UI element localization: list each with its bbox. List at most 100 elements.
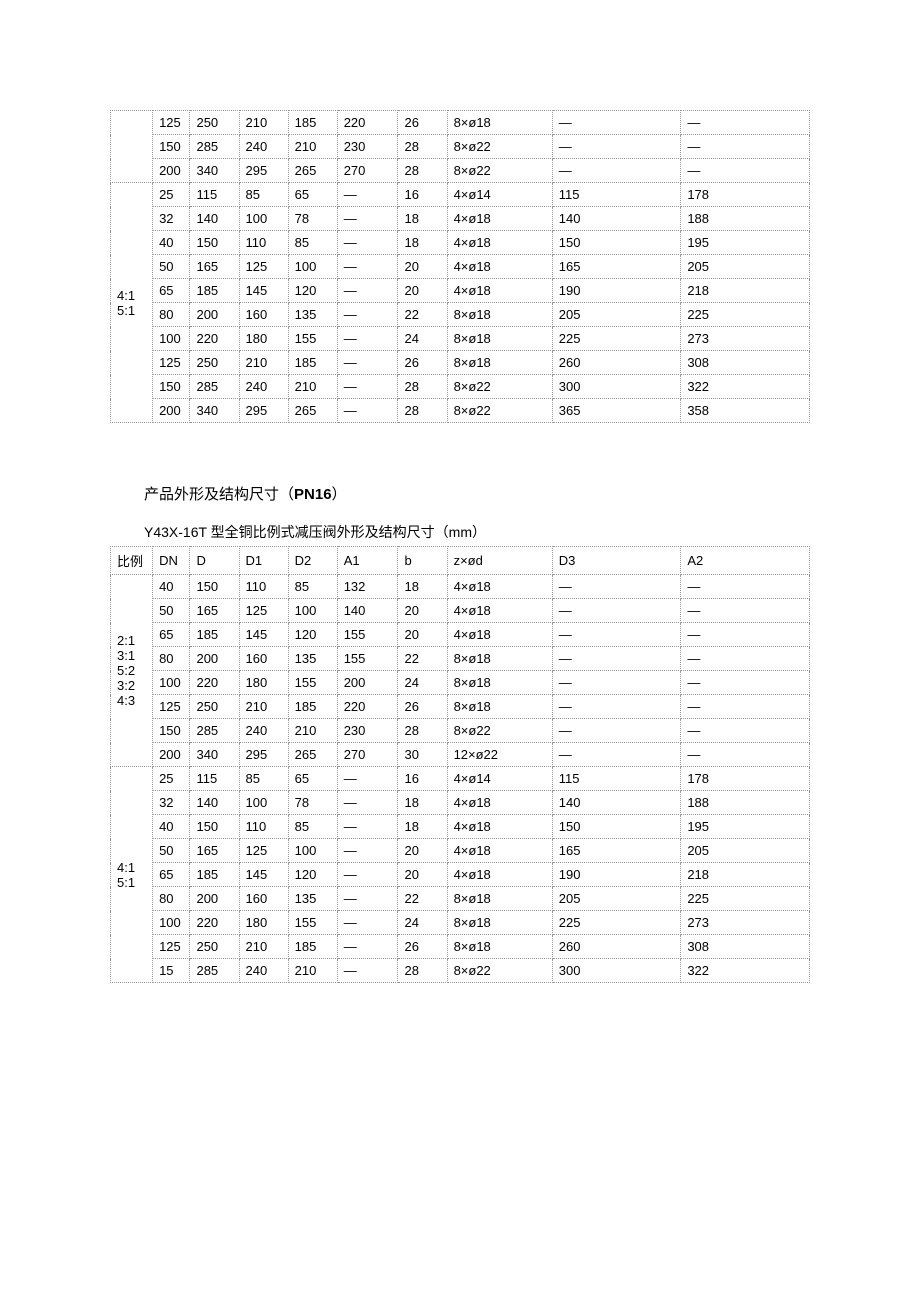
table-row: 2:13:15:23:24:34015011085132184×ø18——: [111, 575, 810, 599]
table-row: 2003402952652703012×ø22——: [111, 743, 810, 767]
table-cell: —: [681, 111, 810, 135]
table-cell: 210: [288, 719, 337, 743]
table-cell: 220: [190, 327, 239, 351]
table-cell: 185: [190, 279, 239, 303]
table-cell: 180: [239, 327, 288, 351]
table-row: 4015011085—184×ø18150195: [111, 815, 810, 839]
table-cell: 165: [190, 599, 239, 623]
table-row: 80200160135155228×ø18——: [111, 647, 810, 671]
table-row: 50165125100—204×ø18165205: [111, 839, 810, 863]
table-cell: 180: [239, 911, 288, 935]
table-cell: 65: [153, 863, 190, 887]
table-row: 4:15:1251158565—164×ø14115178: [111, 183, 810, 207]
table-row: 125250210185—268×ø18260308: [111, 351, 810, 375]
table-cell: 80: [153, 887, 190, 911]
table-cell: 195: [681, 815, 810, 839]
table-header-cell: A1: [337, 547, 398, 575]
table-cell: 240: [239, 959, 288, 983]
table-cell: 85: [288, 815, 337, 839]
table-cell: 135: [288, 647, 337, 671]
table-cell: 150: [153, 135, 190, 159]
table-cell: 100: [153, 327, 190, 351]
table-cell: 8×ø18: [447, 935, 552, 959]
table-cell: 190: [552, 863, 681, 887]
table-cell: 125: [239, 255, 288, 279]
table-cell: 40: [153, 231, 190, 255]
table-cell: 4×ø18: [447, 279, 552, 303]
table-cell: 150: [190, 815, 239, 839]
table-cell: —: [552, 695, 681, 719]
table-cell: 110: [239, 231, 288, 255]
table-cell: —: [337, 375, 398, 399]
table-cell: 4×ø18: [447, 255, 552, 279]
table-cell: 65: [153, 623, 190, 647]
table-cell: 260: [552, 351, 681, 375]
table-cell: 210: [288, 135, 337, 159]
table-cell: 100: [153, 911, 190, 935]
table-cell: 200: [153, 399, 190, 423]
table-cell: —: [337, 839, 398, 863]
table-cell: 165: [190, 255, 239, 279]
table-cell: 185: [288, 351, 337, 375]
table-cell: 115: [552, 183, 681, 207]
table-cell: 210: [239, 111, 288, 135]
table-cell: 8×ø22: [447, 399, 552, 423]
table-cell: —: [337, 959, 398, 983]
table-cell: 20: [398, 279, 447, 303]
table-row: 80200160135—228×ø18205225: [111, 887, 810, 911]
table-cell: —: [337, 767, 398, 791]
table-cell: 210: [288, 375, 337, 399]
table-cell: 12×ø22: [447, 743, 552, 767]
table-cell: 140: [552, 791, 681, 815]
table-cell: 200: [190, 303, 239, 327]
table-cell: 4×ø18: [447, 575, 552, 599]
table-cell: 200: [190, 887, 239, 911]
table-cell: —: [337, 303, 398, 327]
table-cell: 165: [552, 255, 681, 279]
table-cell: 265: [288, 159, 337, 183]
table-cell: —: [337, 887, 398, 911]
table-row: 4015011085—184×ø18150195: [111, 231, 810, 255]
table-cell: 205: [552, 887, 681, 911]
table-cell: 265: [288, 399, 337, 423]
table-header-cell: 比例: [111, 547, 153, 575]
table-row: 100220180155—248×ø18225273: [111, 327, 810, 351]
table-cell: —: [337, 815, 398, 839]
table-cell: —: [681, 695, 810, 719]
table-cell: 50: [153, 839, 190, 863]
table-cell: 80: [153, 647, 190, 671]
table-cell: —: [552, 111, 681, 135]
table-cell: 340: [190, 743, 239, 767]
table-cell: 18: [398, 575, 447, 599]
table-cell: 50: [153, 255, 190, 279]
table-cell: 165: [190, 839, 239, 863]
table-cell: 145: [239, 863, 288, 887]
table-cell: 28: [398, 399, 447, 423]
table-header-cell: D3: [552, 547, 681, 575]
table-cell: 20: [398, 863, 447, 887]
table-cell: 125: [239, 599, 288, 623]
table-cell: 340: [190, 399, 239, 423]
table-cell: —: [552, 159, 681, 183]
table-cell: 85: [288, 231, 337, 255]
table-cell: 65: [288, 767, 337, 791]
table-cell: 110: [239, 815, 288, 839]
table-cell: 140: [552, 207, 681, 231]
table-cell: 210: [239, 935, 288, 959]
table-row: 100220180155200248×ø18——: [111, 671, 810, 695]
table-cell: 135: [288, 887, 337, 911]
table-cell: 4×ø14: [447, 767, 552, 791]
table-cell: 32: [153, 207, 190, 231]
table-cell: —: [681, 743, 810, 767]
table-cell: 165: [552, 839, 681, 863]
table-cell: 20: [398, 255, 447, 279]
table-cell: 218: [681, 279, 810, 303]
table-cell: 4×ø18: [447, 791, 552, 815]
table-row: 3214010078—184×ø18140188: [111, 207, 810, 231]
section-title-bold: PN16: [294, 486, 332, 503]
table-cell: 160: [239, 303, 288, 327]
table-cell: 185: [288, 695, 337, 719]
table-cell: 178: [681, 767, 810, 791]
table-cell: 188: [681, 791, 810, 815]
table-cell: 155: [288, 327, 337, 351]
